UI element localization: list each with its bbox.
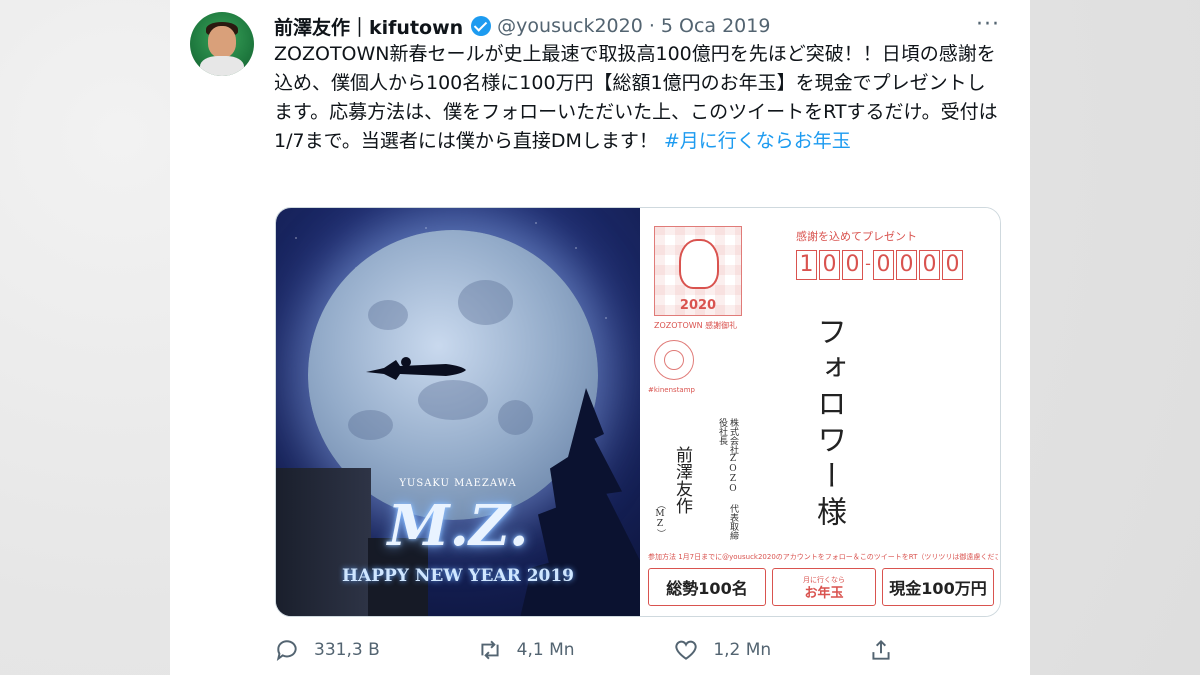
postal-digit: 1 xyxy=(796,250,817,280)
postal-code: 1 0 0 - 0 0 0 0 xyxy=(796,250,963,280)
handle[interactable]: @yousuck2020 xyxy=(497,15,643,37)
verified-badge-icon xyxy=(471,16,492,36)
stamp-year: 2020 xyxy=(679,298,717,313)
postal-digit: 0 xyxy=(896,250,917,280)
sender-name: 前澤友作 xyxy=(672,446,692,514)
otoshidama-small: 月に行くなら xyxy=(803,576,845,584)
hashtag-link[interactable]: #月に行くならお年玉 xyxy=(664,130,851,152)
retweet-count: 4,1 Mn xyxy=(516,640,575,660)
cash-box: 現金100万円 xyxy=(882,568,994,606)
postal-digit: 0 xyxy=(919,250,940,280)
fine-print: 参加方法 1月7日までに@yousuck2020のアカウントをフォロー＆このツイ… xyxy=(648,553,998,561)
postal-digit: 0 xyxy=(819,250,840,280)
stamp-caption: ZOZOTOWN 感謝御礼 xyxy=(654,321,738,330)
stamp: 2020 xyxy=(654,226,742,316)
like-button[interactable]: 1,2 Mn xyxy=(673,637,868,663)
like-count: 1,2 Mn xyxy=(713,640,772,660)
sender-title: 株式会社ZOZO 代表取締役社長 xyxy=(717,418,738,540)
tweet-date[interactable]: 5 Oca 2019 xyxy=(661,15,771,37)
tweet-actions: 331,3 B 4,1 Mn 1,2 Mn xyxy=(274,634,894,666)
postal-digit: 0 xyxy=(942,250,963,280)
postal-digit: 0 xyxy=(873,250,894,280)
share-icon xyxy=(872,639,890,660)
retweet-icon xyxy=(481,640,499,660)
image-greeting: HAPPY NEW YEAR 2019 xyxy=(341,566,575,586)
postal-dash: - xyxy=(865,254,871,273)
reply-icon xyxy=(276,640,297,662)
avatar-face xyxy=(208,26,236,58)
avatar[interactable] xyxy=(190,12,254,76)
reply-button[interactable]: 331,3 B xyxy=(274,637,477,663)
otoshidama-box: 月に行くなら お年玉 xyxy=(772,568,876,606)
image-monogram: M.Z. xyxy=(387,493,529,559)
avatar-body xyxy=(200,56,244,76)
reply-count: 331,3 B xyxy=(314,640,380,660)
tweet: 前澤友作｜kifutown @yousuck2020 · 5 Oca 2019 … xyxy=(170,0,1030,675)
otoshidama-main: お年玉 xyxy=(804,586,844,601)
tweet-header: 前澤友作｜kifutown @yousuck2020 · 5 Oca 2019 … xyxy=(274,12,1014,40)
more-options-icon[interactable]: ··· xyxy=(976,12,1000,37)
postcard-footer: 総勢100名 月に行くなら お年玉 現金100万円 xyxy=(648,568,996,606)
sender-alias: （MZ） xyxy=(655,500,665,538)
postmark-label: #kinenstamp xyxy=(648,386,695,394)
image-name-caption: YUSAKU MAEZAWA xyxy=(399,478,517,489)
tweet-image[interactable]: YUSAKU MAEZAWA M.Z. HAPPY NEW YEAR 2019 … xyxy=(275,207,1001,617)
image-left-panel: YUSAKU MAEZAWA M.Z. HAPPY NEW YEAR 2019 xyxy=(276,208,640,616)
winners-box: 総勢100名 xyxy=(648,568,766,606)
card-label: 感謝を込めてプレゼント xyxy=(796,230,917,243)
separator: · xyxy=(648,15,655,37)
heart-icon xyxy=(675,640,697,660)
image-postcard-panel: 2020 ZOZOTOWN 感謝御礼 #kinenstamp 感謝を込めてプレゼ… xyxy=(640,208,1000,616)
retweet-button[interactable]: 4,1 Mn xyxy=(477,637,674,663)
share-button[interactable] xyxy=(868,637,894,663)
cat-stamp-icon xyxy=(679,239,719,289)
rocket-icon xyxy=(366,357,466,380)
tweet-text: ZOZOTOWN新春セールが史上最速で取扱高100億円を先ほど突破！！日頃の感謝… xyxy=(274,40,1004,156)
addressee: フォロワー様 xyxy=(811,316,846,532)
display-name[interactable]: 前澤友作｜kifutown xyxy=(274,13,463,40)
postal-digit: 0 xyxy=(842,250,863,280)
postmark-icon xyxy=(654,340,694,380)
tweet-body: ZOZOTOWN新春セールが史上最速で取扱高100億円を先ほど突破！！日頃の感謝… xyxy=(274,43,998,152)
